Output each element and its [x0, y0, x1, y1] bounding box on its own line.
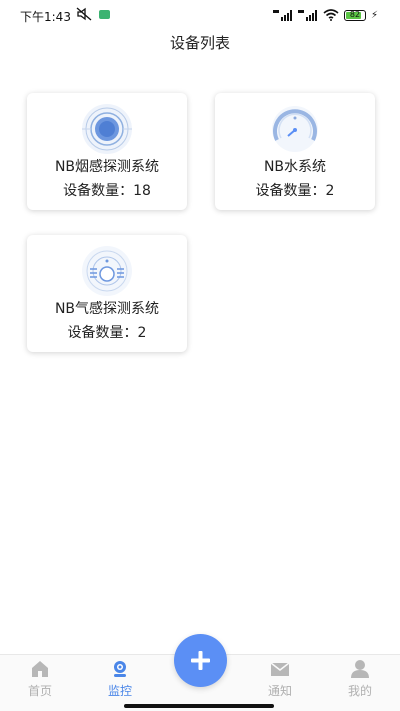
- monitor-icon: [114, 661, 126, 677]
- battery-level: 82: [349, 9, 361, 19]
- home-icon: [32, 661, 48, 677]
- status-time: 下午1:43: [20, 10, 71, 24]
- tab-label: 首页: [27, 684, 52, 698]
- device-count: 设备数量：2: [255, 183, 335, 199]
- status-indicators: 82 ⚡: [272, 8, 378, 22]
- tab-home[interactable]: 首页: [0, 655, 80, 711]
- user-icon: [351, 660, 369, 678]
- home-indicator: [124, 704, 274, 708]
- wifi-icon: [323, 9, 339, 21]
- status-bar: 下午1:43 82 ⚡: [0, 0, 400, 30]
- mute-icon: [76, 7, 92, 21]
- plus-icon: [191, 651, 210, 670]
- tab-label: 通知: [267, 684, 292, 698]
- gas-detector-icon: [82, 246, 132, 296]
- page-title: 设备列表: [169, 34, 230, 52]
- device-card-water[interactable]: NB水系统 设备数量：2: [215, 93, 375, 210]
- device-name: NB气感探测系统: [54, 301, 160, 317]
- battery-icon: 82: [343, 9, 366, 21]
- smoke-detector-icon: [82, 104, 132, 154]
- tab-notifications[interactable]: 通知: [240, 655, 320, 711]
- charging-icon: ⚡: [370, 9, 378, 21]
- device-count: 设备数量：18: [63, 183, 151, 199]
- add-device-button[interactable]: [174, 634, 227, 687]
- tab-profile[interactable]: 我的: [320, 655, 400, 711]
- device-name: NB水系统: [263, 159, 327, 175]
- signal-icon: [272, 9, 292, 21]
- device-card-smoke[interactable]: NB烟感探测系统 设备数量：18: [27, 93, 187, 210]
- device-card-gas[interactable]: NB气感探测系统 设备数量：2: [27, 235, 187, 352]
- app-notification-icon: [99, 10, 110, 19]
- tab-monitor[interactable]: 监控: [80, 655, 160, 711]
- water-gauge-icon: [272, 106, 318, 152]
- signal-icon: [297, 9, 317, 21]
- mail-icon: [270, 662, 290, 676]
- device-name: NB烟感探测系统: [54, 159, 160, 175]
- tab-label: 我的: [347, 684, 372, 698]
- tab-label: 监控: [107, 684, 132, 698]
- device-count: 设备数量：2: [67, 325, 147, 341]
